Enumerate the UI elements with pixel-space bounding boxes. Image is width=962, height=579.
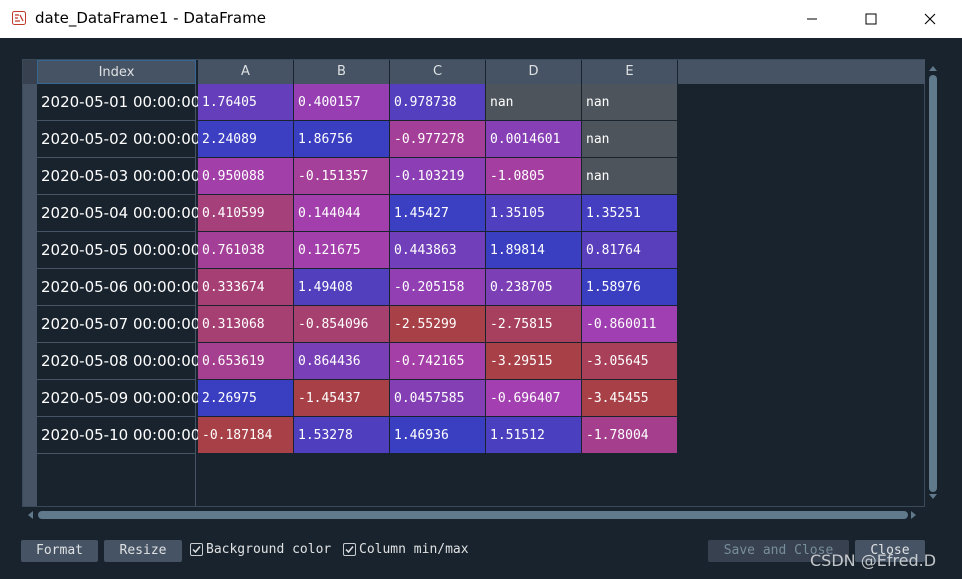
format-button[interactable]: Format [21, 540, 98, 562]
table-cell[interactable]: 0.443863 [390, 232, 486, 269]
title-bar: date_DataFrame1 - DataFrame [0, 0, 962, 38]
horizontal-scroll-thumb[interactable] [38, 511, 908, 519]
table-cell[interactable]: 1.53278 [294, 417, 390, 454]
table-cell[interactable]: 1.46936 [390, 417, 486, 454]
table-cell[interactable]: 0.400157 [294, 84, 390, 121]
table-cell[interactable]: -0.205158 [390, 269, 486, 306]
minimize-icon [807, 18, 817, 20]
column-minmax-label: Column min/max [359, 542, 469, 557]
table-cell[interactable]: 1.51512 [486, 417, 582, 454]
vertical-scroll-thumb[interactable] [929, 75, 937, 492]
table-cell[interactable]: -0.854096 [294, 306, 390, 343]
scroll-down-icon[interactable] [929, 494, 937, 499]
background-color-checkbox[interactable] [190, 543, 203, 556]
table-corner [23, 60, 37, 84]
table-cell[interactable]: -0.742165 [390, 343, 486, 380]
scroll-left-icon[interactable] [28, 511, 33, 519]
table-cell[interactable]: 0.238705 [486, 269, 582, 306]
table-cell[interactable]: -0.977278 [390, 121, 486, 158]
minimize-button[interactable] [789, 0, 835, 38]
background-color-label: Background color [206, 542, 332, 557]
table-cell[interactable]: 1.35251 [582, 195, 678, 232]
checkmark-icon [192, 546, 201, 554]
spyder-app-icon [12, 11, 26, 25]
column-header-b[interactable]: B [294, 60, 390, 84]
table-cell[interactable]: nan [582, 84, 678, 121]
table-cell[interactable]: nan [486, 84, 582, 121]
table-cell[interactable]: -3.05645 [582, 343, 678, 380]
table-cell[interactable]: nan [582, 158, 678, 195]
index-cell[interactable]: 2020-05-04 00:00:00 [37, 195, 200, 232]
index-pane: Index 2020-05-01 00:00:00 2020-05-02 00:0… [23, 60, 200, 506]
horizontal-scrollbar[interactable] [27, 509, 920, 521]
column-header-c[interactable]: C [390, 60, 486, 84]
index-cell[interactable]: 2020-05-02 00:00:00 [37, 121, 200, 158]
column-header-a[interactable]: A [198, 60, 294, 84]
column-minmax-checkbox[interactable] [343, 543, 356, 556]
table-cell[interactable]: -3.45455 [582, 380, 678, 417]
table-cell[interactable]: -1.45437 [294, 380, 390, 417]
table-cell[interactable]: 1.89814 [486, 232, 582, 269]
column-header-e[interactable]: E [582, 60, 678, 84]
table-cell[interactable]: 0.978738 [390, 84, 486, 121]
header-filler [678, 60, 925, 84]
table-cell[interactable]: 0.0014601 [486, 121, 582, 158]
checkmark-icon [345, 546, 354, 554]
vertical-scrollbar[interactable] [927, 65, 939, 500]
column-header-d[interactable]: D [486, 60, 582, 84]
table-cell[interactable]: 0.864436 [294, 343, 390, 380]
window-title: date_DataFrame1 - DataFrame [35, 9, 266, 27]
index-cell[interactable]: 2020-05-06 00:00:00 [37, 269, 200, 306]
table-cell[interactable]: 0.81764 [582, 232, 678, 269]
table-cell[interactable]: 1.86756 [294, 121, 390, 158]
table-cell[interactable]: -0.187184 [198, 417, 294, 454]
index-cell[interactable]: 2020-05-01 00:00:00 [37, 84, 200, 121]
index-cell[interactable]: 2020-05-08 00:00:00 [37, 343, 200, 380]
table-cell[interactable]: 0.333674 [198, 269, 294, 306]
scroll-right-icon[interactable] [911, 511, 916, 519]
table-cell[interactable]: 0.121675 [294, 232, 390, 269]
index-cell[interactable]: 2020-05-10 00:00:00 [37, 417, 200, 454]
watermark: CSDN @Efred.D [810, 551, 937, 570]
table-cell[interactable]: -2.75815 [486, 306, 582, 343]
table-cell[interactable]: -0.860011 [582, 306, 678, 343]
table-cell[interactable]: 2.26975 [198, 380, 294, 417]
close-window-button[interactable] [907, 0, 953, 38]
maximize-button[interactable] [848, 0, 894, 38]
table-cell[interactable]: 0.761038 [198, 232, 294, 269]
scroll-up-icon[interactable] [929, 66, 937, 71]
table-cell[interactable]: 2.24089 [198, 121, 294, 158]
table-cell[interactable]: 1.45427 [390, 195, 486, 232]
table-cell[interactable]: nan [582, 121, 678, 158]
table-cell[interactable]: 1.49408 [294, 269, 390, 306]
table-cell[interactable]: 0.653619 [198, 343, 294, 380]
table-cell[interactable]: 0.313068 [198, 306, 294, 343]
close-icon [924, 13, 936, 25]
index-header[interactable]: Index [37, 60, 196, 84]
table-cell[interactable]: -0.696407 [486, 380, 582, 417]
index-cell[interactable]: 2020-05-07 00:00:00 [37, 306, 200, 343]
resize-button[interactable]: Resize [104, 540, 182, 562]
table-cell[interactable]: 1.58976 [582, 269, 678, 306]
maximize-icon [865, 13, 877, 25]
table-cell[interactable]: -1.78004 [582, 417, 678, 454]
table-cell[interactable]: 1.76405 [198, 84, 294, 121]
index-cell[interactable]: 2020-05-09 00:00:00 [37, 380, 200, 417]
table-cell[interactable]: 0.0457585 [390, 380, 486, 417]
table-cell[interactable]: -2.55299 [390, 306, 486, 343]
table-cell[interactable]: -0.151357 [294, 158, 390, 195]
data-pane: ABCDE 1.76405 0.400157 0.978738 nan nan 2.240… [198, 60, 925, 506]
table-cell[interactable]: -0.103219 [390, 158, 486, 195]
table-cell[interactable]: 0.950088 [198, 158, 294, 195]
table-cell[interactable]: -3.29515 [486, 343, 582, 380]
index-cell[interactable]: 2020-05-03 00:00:00 [37, 158, 200, 195]
dataframe-table: Index 2020-05-01 00:00:00 2020-05-02 00:0… [22, 59, 925, 507]
index-cell[interactable]: 2020-05-05 00:00:00 [37, 232, 200, 269]
table-cell[interactable]: 0.144044 [294, 195, 390, 232]
row-header-gutter [23, 84, 37, 506]
table-cell[interactable]: -1.0805 [486, 158, 582, 195]
table-cell[interactable]: 1.35105 [486, 195, 582, 232]
table-cell[interactable]: 0.410599 [198, 195, 294, 232]
